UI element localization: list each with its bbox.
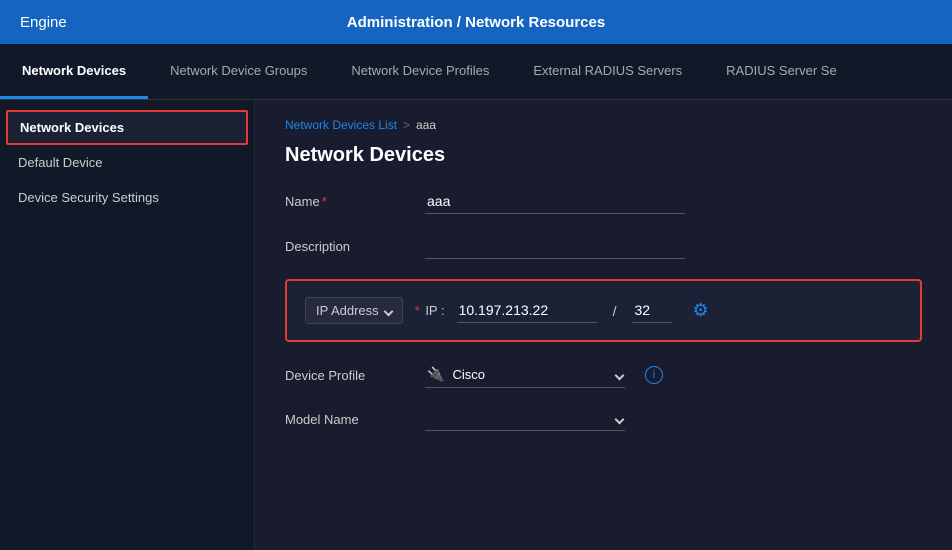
header: Engine Administration / Network Resource…	[0, 0, 952, 44]
tab-network-devices[interactable]: Network Devices	[0, 44, 148, 99]
tab-network-device-groups[interactable]: Network Device Groups	[148, 44, 329, 99]
content-area: Network Devices List > aaa Network Devic…	[255, 100, 952, 550]
gear-icon[interactable]: ⚙	[692, 300, 708, 321]
sidebar-item-network-devices[interactable]: Network Devices	[6, 110, 248, 145]
tab-network-device-profiles[interactable]: Network Device Profiles	[329, 44, 511, 99]
tab-radius-server-se[interactable]: RADIUS Server Se	[704, 44, 859, 99]
breadcrumb: Network Devices List > aaa	[285, 118, 922, 132]
info-icon[interactable]: i	[645, 366, 663, 384]
ip-type-label: IP Address	[316, 303, 379, 318]
name-label: Name*	[285, 194, 405, 209]
model-name-chevron-icon	[616, 412, 623, 426]
ip-type-chevron-icon	[385, 303, 392, 318]
ip-label: * IP :	[415, 303, 445, 318]
sidebar: Network Devices Default Device Device Se…	[0, 100, 255, 550]
sidebar-item-device-security-settings[interactable]: Device Security Settings	[0, 180, 254, 215]
breadcrumb-separator: >	[403, 118, 410, 132]
ip-address-box: IP Address * IP : / ⚙	[285, 279, 922, 342]
breadcrumb-link[interactable]: Network Devices List	[285, 118, 397, 132]
device-profile-selector[interactable]: 🔌 Cisco	[425, 362, 625, 388]
device-profile-value: Cisco	[452, 367, 608, 382]
ip-type-selector[interactable]: IP Address	[305, 297, 403, 324]
tab-bar: Network Devices Network Device Groups Ne…	[0, 44, 952, 100]
model-name-selector[interactable]	[425, 408, 625, 431]
breadcrumb-current: aaa	[416, 118, 436, 132]
ip-input[interactable]	[457, 298, 597, 323]
ip-slash: /	[613, 303, 617, 319]
ip-prefix-input[interactable]	[632, 298, 672, 323]
tab-external-radius-servers[interactable]: External RADIUS Servers	[511, 44, 704, 99]
device-profile-label: Device Profile	[285, 368, 405, 383]
header-title: Administration / Network Resources	[347, 14, 605, 31]
device-profile-row: Device Profile 🔌 Cisco i	[285, 362, 922, 388]
main-layout: Network Devices Default Device Device Se…	[0, 100, 952, 550]
device-profile-chevron-icon	[616, 368, 623, 382]
description-label: Description	[285, 239, 405, 254]
model-name-label: Model Name	[285, 412, 405, 427]
app-name: Engine	[20, 14, 67, 31]
sidebar-item-default-device[interactable]: Default Device	[0, 145, 254, 180]
page-title: Network Devices	[285, 144, 922, 167]
name-row: Name*	[285, 189, 922, 214]
device-profile-icon: 🔌	[427, 366, 444, 383]
description-input[interactable]	[425, 234, 685, 259]
description-row: Description	[285, 234, 922, 259]
name-input[interactable]	[425, 189, 685, 214]
model-name-row: Model Name	[285, 408, 922, 431]
